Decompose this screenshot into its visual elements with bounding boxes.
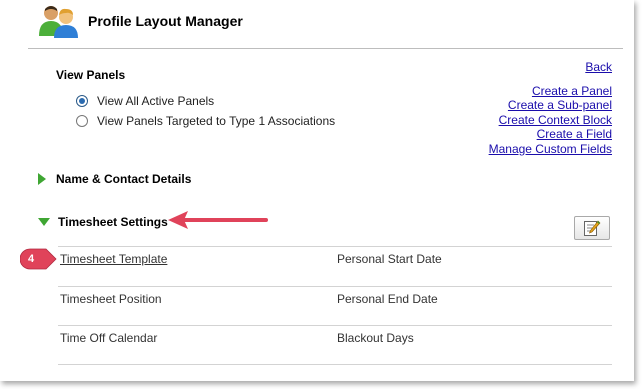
section-timesheet-settings[interactable]: Timesheet Settings xyxy=(38,215,168,229)
field-personal-end-date: Personal End Date xyxy=(337,292,438,306)
manage-custom-fields-link[interactable]: Manage Custom Fields xyxy=(489,142,612,156)
section-label: Timesheet Settings xyxy=(58,215,168,229)
people-icon xyxy=(39,6,78,38)
radio-label: View Panels Targeted to Type 1 Associati… xyxy=(97,114,336,128)
app-header: Profile Layout Manager xyxy=(38,4,243,38)
row-divider xyxy=(58,246,612,247)
header-divider xyxy=(28,48,623,49)
app-title: Profile Layout Manager xyxy=(88,13,243,29)
field-personal-start-date: Personal Start Date xyxy=(337,252,442,266)
radio-button-unselected[interactable] xyxy=(76,115,88,127)
row-divider xyxy=(58,325,612,326)
field-blackout-days: Blackout Days xyxy=(337,331,414,345)
section-name-contact[interactable]: Name & Contact Details xyxy=(38,172,191,186)
radio-view-targeted[interactable]: View Panels Targeted to Type 1 Associati… xyxy=(76,114,335,128)
field-timesheet-position: Timesheet Position xyxy=(60,292,162,306)
back-link[interactable]: Back xyxy=(585,60,612,74)
annotation-arrow-icon xyxy=(168,211,268,229)
row-divider xyxy=(58,364,612,365)
radio-label: View All Active Panels xyxy=(97,94,215,108)
create-subpanel-link[interactable]: Create a Sub-panel xyxy=(508,98,612,112)
timesheet-template-link[interactable]: Timesheet Template xyxy=(60,252,167,266)
create-field-link[interactable]: Create a Field xyxy=(537,127,612,141)
row-divider xyxy=(58,286,612,287)
page-frame: Profile Layout Manager View Panels View … xyxy=(0,0,634,381)
view-panels-title: View Panels xyxy=(56,68,126,82)
action-links: Back Create a Panel Create a Sub-panel C… xyxy=(489,60,612,157)
step-callout: 4 xyxy=(19,248,58,275)
radio-view-all-active[interactable]: View All Active Panels xyxy=(76,94,214,108)
callout-number: 4 xyxy=(27,252,35,265)
field-time-off-calendar: Time Off Calendar xyxy=(60,331,158,345)
collapse-triangle-icon[interactable] xyxy=(38,218,50,226)
section-label: Name & Contact Details xyxy=(56,172,192,186)
create-context-block-link[interactable]: Create Context Block xyxy=(499,113,612,127)
expand-triangle-icon[interactable] xyxy=(38,173,46,185)
edit-note-icon xyxy=(584,220,601,236)
edit-button[interactable] xyxy=(574,216,610,240)
create-panel-link[interactable]: Create a Panel xyxy=(532,84,612,98)
radio-button-selected[interactable] xyxy=(76,95,88,107)
